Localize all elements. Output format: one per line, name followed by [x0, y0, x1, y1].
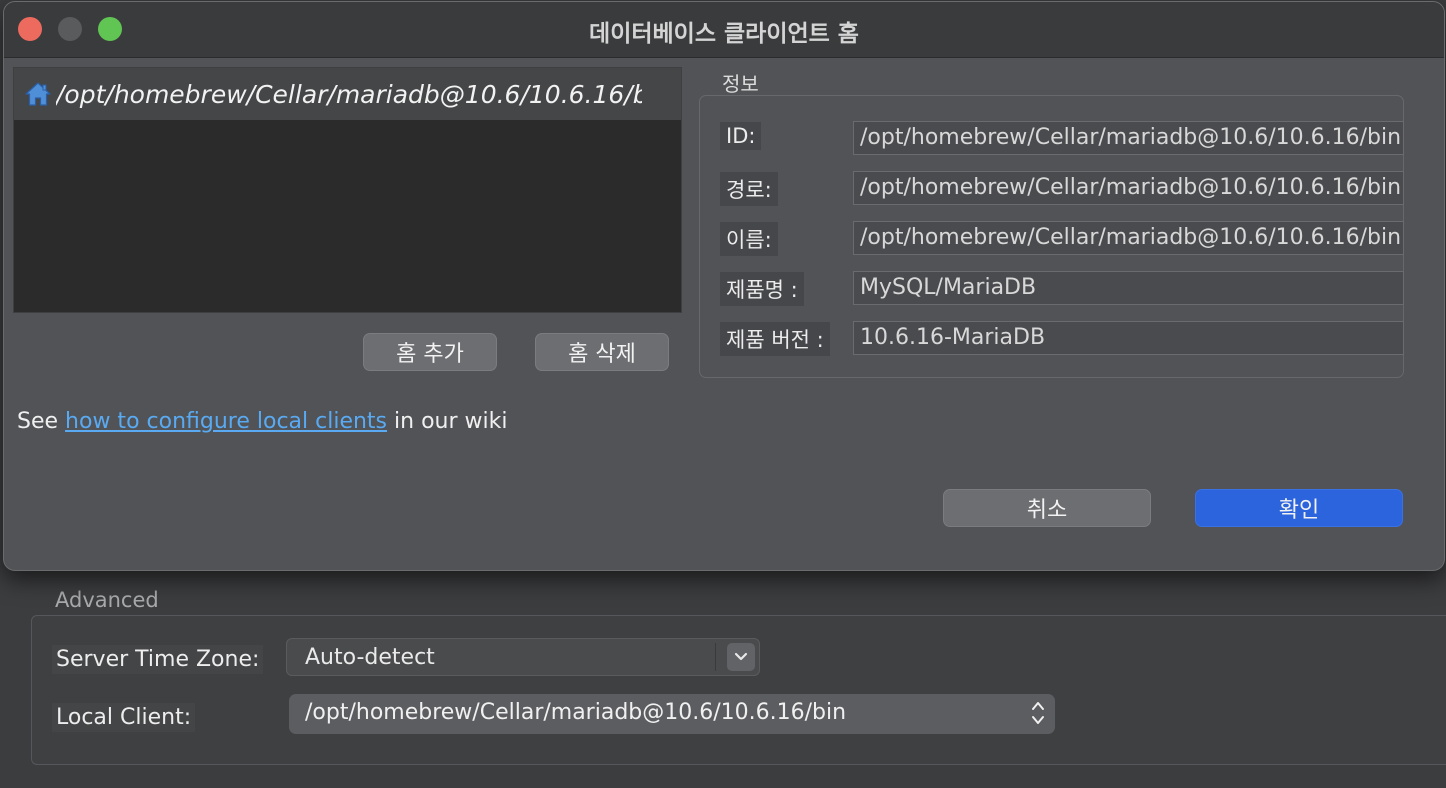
cancel-button[interactable]: 취소: [943, 489, 1151, 527]
wiki-hint: See how to configure local clients in ou…: [17, 409, 507, 434]
product-name-field: MySQL/MariaDB: [853, 271, 1404, 305]
wiki-prefix: See: [17, 409, 59, 434]
path-field: /opt/homebrew/Cellar/mariadb@10.6/10.6.1…: [853, 171, 1404, 205]
ok-button[interactable]: 확인: [1195, 489, 1403, 527]
server-time-zone-label: Server Time Zone:: [52, 645, 264, 674]
select-divider: [715, 643, 716, 671]
wiki-link[interactable]: how to configure local clients: [65, 409, 387, 434]
info-section-title: 정보: [722, 72, 759, 96]
product-version-field: 10.6.16-MariaDB: [853, 321, 1404, 355]
name-field: /opt/homebrew/Cellar/mariadb@10.6/10.6.1…: [853, 221, 1404, 255]
path-label: 경로:: [720, 172, 778, 206]
add-home-button[interactable]: 홈 추가: [363, 333, 497, 371]
title-bar: 데이터베이스 클라이언트 홈: [4, 2, 1444, 58]
id-label: ID:: [720, 122, 762, 150]
dialog-title: 데이터베이스 클라이언트 홈: [589, 21, 859, 47]
local-client-label: Local Client:: [52, 703, 196, 732]
home-path: /opt/homebrew/Cellar/mariadb@10.6/10.6.1…: [56, 79, 642, 109]
server-time-zone-select[interactable]: Auto-detect: [286, 638, 760, 676]
local-client-value: /opt/homebrew/Cellar/mariadb@10.6/10.6.1…: [305, 700, 847, 725]
local-client-select[interactable]: /opt/homebrew/Cellar/mariadb@10.6/10.6.1…: [289, 694, 1055, 734]
product-version-label: 제품 버전 :: [720, 322, 830, 356]
delete-home-button[interactable]: 홈 삭제: [535, 333, 669, 371]
up-down-arrows-icon: [1031, 699, 1045, 731]
server-time-zone-value: Auto-detect: [305, 645, 435, 670]
name-label: 이름:: [720, 222, 778, 256]
home-list[interactable]: /opt/homebrew/Cellar/mariadb@10.6/10.6.1…: [13, 67, 682, 313]
product-name-label: 제품명 :: [720, 272, 804, 306]
chevron-down-icon[interactable]: [727, 643, 755, 671]
id-field: /opt/homebrew/Cellar/mariadb@10.6/10.6.1…: [853, 121, 1404, 155]
database-client-home-dialog: 데이터베이스 클라이언트 홈 /opt/homebrew/Cellar/mari…: [3, 1, 1445, 571]
list-item[interactable]: /opt/homebrew/Cellar/mariadb@10.6/10.6.1…: [14, 68, 681, 120]
wiki-suffix: in our wiki: [394, 409, 508, 434]
home-icon: [24, 80, 52, 108]
advanced-section-label: Advanced: [55, 588, 159, 612]
